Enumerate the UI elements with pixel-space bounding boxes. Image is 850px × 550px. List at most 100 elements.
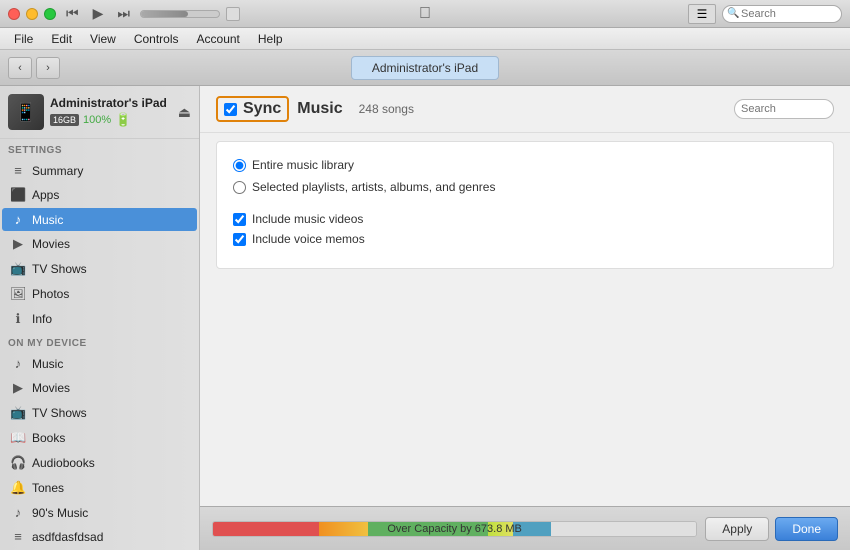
d-audiobooks-icon: 🎧 <box>10 455 26 471</box>
photos-icon: 🖼 <box>10 286 26 302</box>
include-voice-memos-label: Include voice memos <box>252 232 365 246</box>
on-my-device-section-label: On My Device <box>0 332 199 351</box>
sidebar-item-movies[interactable]: ▶ Movies <box>2 232 197 256</box>
device-name: Administrator's iPad <box>50 96 172 110</box>
d-90s-icon: ♪ <box>10 505 26 520</box>
menu-controls[interactable]: Controls <box>126 30 187 48</box>
cap-apps <box>368 522 489 536</box>
search-input[interactable] <box>722 5 842 23</box>
sidebar-item-d-tv-shows[interactable]: 📺 TV Shows <box>2 401 197 425</box>
selected-label: Selected playlists, artists, albums, and… <box>252 180 495 194</box>
sidebar-label-music: Music <box>32 213 63 227</box>
sidebar-item-info[interactable]: ℹ Info <box>2 307 197 331</box>
sidebar-label-apps: Apps <box>32 188 59 202</box>
sidebar-item-d-audiobooks[interactable]: 🎧 Audiobooks <box>2 451 197 475</box>
maximize-button[interactable] <box>44 8 56 20</box>
sidebar-item-photos[interactable]: 🖼 Photos <box>2 282 197 306</box>
content-search-input[interactable] <box>734 99 834 119</box>
selected-radio[interactable] <box>233 181 246 194</box>
menu-account[interactable]: Account <box>189 30 248 48</box>
cap-audio <box>213 522 319 536</box>
sidebar-item-summary[interactable]: ≡ Summary <box>2 159 197 182</box>
sidebar-label-summary: Summary <box>32 164 83 178</box>
menu-file[interactable]: File <box>6 30 41 48</box>
d-tv-shows-icon: 📺 <box>10 405 26 421</box>
d-movies-icon: ▶ <box>10 380 26 396</box>
summary-icon: ≡ <box>10 163 26 178</box>
screen-button[interactable] <box>226 7 240 21</box>
sidebar-item-d-books[interactable]: 📖 Books <box>2 426 197 450</box>
sidebar-item-music[interactable]: ♪ Music <box>2 208 197 231</box>
fast-forward-button[interactable]: ⏭ <box>113 3 134 24</box>
sidebar-label-photos: Photos <box>32 287 69 301</box>
music-icon: ♪ <box>10 212 26 227</box>
entire-library-label: Entire music library <box>252 158 354 172</box>
bottom-bar: Over Capacity by 673.8 MB Apply Done <box>200 506 850 550</box>
apps-icon: ⬛ <box>10 187 26 203</box>
device-header: 📱 Administrator's iPad 16GB 100% 🔋 ⏏ <box>0 86 199 139</box>
menu-bar: File Edit View Controls Account Help <box>0 28 850 50</box>
movies-icon: ▶ <box>10 236 26 252</box>
menu-view[interactable]: View <box>82 30 124 48</box>
include-videos-checkbox[interactable] <box>233 213 246 226</box>
sidebar-item-d-movies[interactable]: ▶ Movies <box>2 376 197 400</box>
device-info: Administrator's iPad 16GB 100% 🔋 <box>50 96 172 128</box>
sidebar-label-d-music: Music <box>32 357 63 371</box>
eject-button[interactable]: ⏏ <box>178 104 191 121</box>
sidebar-label-d-audiobooks: Audiobooks <box>32 456 95 470</box>
capacity-bar-wrapper: Over Capacity by 673.8 MB <box>212 521 697 537</box>
battery-icon: 🔋 <box>115 112 131 128</box>
d-tones-icon: 🔔 <box>10 480 26 496</box>
playback-progress[interactable] <box>140 10 220 18</box>
play-button[interactable]: ▶ <box>89 3 108 24</box>
device-tab[interactable]: Administrator's iPad <box>351 56 499 80</box>
sync-label: Sync <box>243 100 281 118</box>
sidebar-label-d-90s: 90's Music <box>32 506 88 520</box>
menu-help[interactable]: Help <box>250 30 291 48</box>
sidebar-label-movies: Movies <box>32 237 70 251</box>
settings-section-label: Settings <box>0 139 199 158</box>
apply-button[interactable]: Apply <box>705 517 769 541</box>
close-button[interactable] <box>8 8 20 20</box>
music-heading: Music <box>297 100 342 118</box>
sync-checkbox-wrapper: Sync <box>216 96 289 122</box>
battery-status: 100% <box>83 114 111 126</box>
cap-photos <box>319 522 367 536</box>
sidebar-item-d-music[interactable]: ♪ Music <box>2 352 197 375</box>
sidebar-item-d-90s-music[interactable]: ♪ 90's Music <box>2 501 197 524</box>
minimize-button[interactable] <box>26 8 38 20</box>
sync-options-panel: Entire music library Selected playlists,… <box>216 141 834 269</box>
back-button[interactable]: ‹ <box>8 57 32 79</box>
selected-option: Selected playlists, artists, albums, and… <box>233 180 817 194</box>
search-icon: 🔍 <box>727 8 739 19</box>
capacity-bar <box>212 521 697 537</box>
sync-header: Sync Music 248 songs <box>200 86 850 133</box>
entire-library-radio[interactable] <box>233 159 246 172</box>
rewind-button[interactable]: ⏮ <box>62 3 83 24</box>
sidebar-label-d-movies: Movies <box>32 381 70 395</box>
sidebar-label-info: Info <box>32 312 52 326</box>
list-icon[interactable]: ☰ <box>688 4 716 24</box>
device-icon: 📱 <box>8 94 44 130</box>
d-music-icon: ♪ <box>10 356 26 371</box>
device-storage: 16GB 100% 🔋 <box>50 112 172 128</box>
cap-books <box>488 522 512 536</box>
sidebar-item-d-tones[interactable]: 🔔 Tones <box>2 476 197 500</box>
sidebar: 📱 Administrator's iPad 16GB 100% 🔋 ⏏ Set… <box>0 86 200 550</box>
sync-checkbox[interactable] <box>224 103 237 116</box>
d-asfdasfd-icon: ≡ <box>10 529 26 544</box>
tv-shows-icon: 📺 <box>10 261 26 277</box>
include-voice-memos-checkbox[interactable] <box>233 233 246 246</box>
done-button[interactable]: Done <box>775 517 838 541</box>
title-bar-right: ☰ 🔍 <box>688 4 842 24</box>
sidebar-item-apps[interactable]: ⬛ Apps <box>2 183 197 207</box>
forward-button[interactable]: › <box>36 57 60 79</box>
sidebar-item-tv-shows[interactable]: 📺 TV Shows <box>2 257 197 281</box>
window-controls: ⏮ ▶ ⏭ <box>8 3 240 24</box>
apple-logo:  <box>419 5 431 23</box>
sidebar-item-d-asfdasfd[interactable]: ≡ asdfdasfdsad <box>2 525 197 548</box>
title-bar: ⏮ ▶ ⏭  ☰ 🔍 <box>0 0 850 28</box>
menu-edit[interactable]: Edit <box>43 30 80 48</box>
include-videos-option: Include music videos <box>233 212 817 226</box>
bottom-buttons: Apply Done <box>705 517 838 541</box>
